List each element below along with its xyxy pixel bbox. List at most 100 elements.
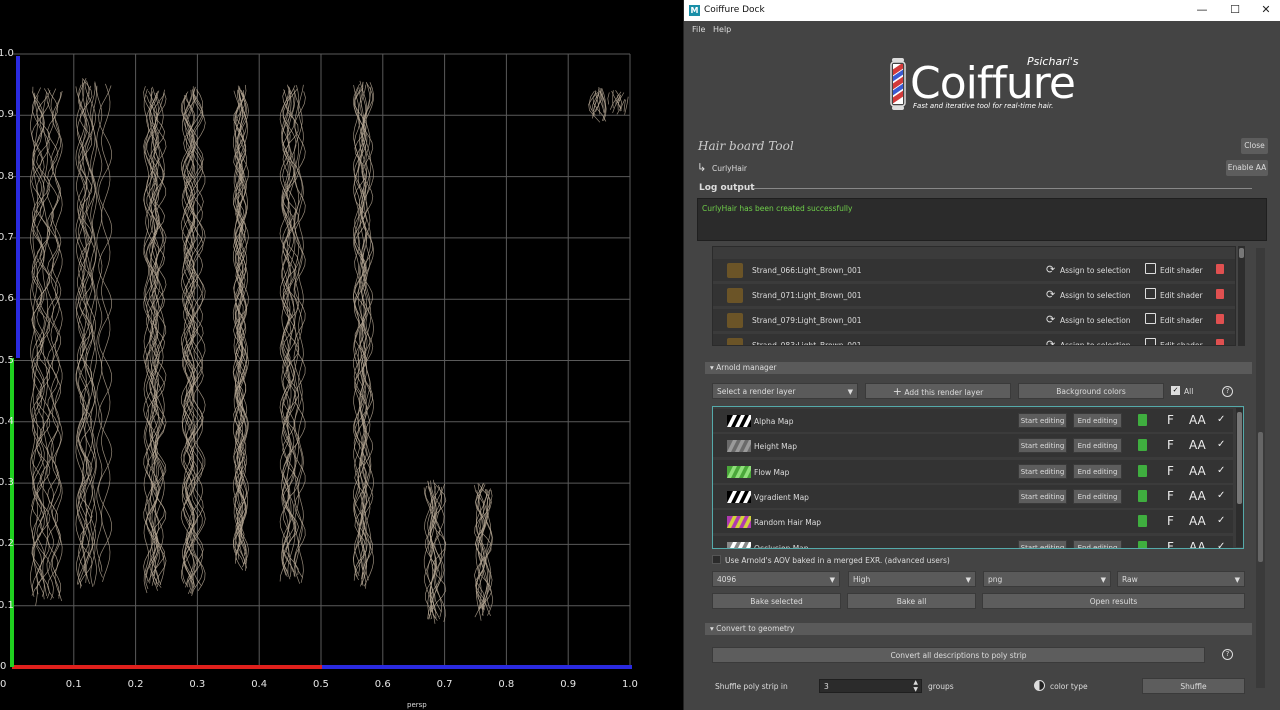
flip-toggle[interactable]: F: [1167, 464, 1174, 478]
enable-check-icon[interactable]: ✓: [1217, 439, 1225, 450]
map-row[interactable]: Height Map Start editing End editing F AA ✓: [713, 434, 1233, 458]
strand-list-scroll-thumb[interactable]: [1239, 248, 1244, 258]
map-row[interactable]: Vgradient Map Start editing End editing F AA…: [713, 484, 1233, 508]
assign-to-selection-button[interactable]: Assign to selection: [1060, 341, 1131, 345]
spin-arrows-icon[interactable]: ▲ ▼: [913, 679, 918, 693]
bake-all-button[interactable]: Bake all: [847, 593, 976, 609]
map-row[interactable]: Flow Map Start editing End editing F AA ✓: [713, 459, 1233, 483]
convert-all-button[interactable]: Convert all descriptions to poly strip: [712, 647, 1205, 663]
viewport-canvas[interactable]: [0, 0, 683, 710]
edit-shader-icon[interactable]: [1145, 288, 1156, 299]
start-editing-button[interactable]: Start editing: [1018, 488, 1067, 504]
flip-toggle[interactable]: F: [1167, 540, 1174, 549]
trash-icon[interactable]: [1216, 264, 1224, 274]
convert-geometry-section[interactable]: ▾ Convert to geometry: [705, 623, 1252, 635]
end-editing-button[interactable]: End editing: [1073, 463, 1122, 479]
antialias-toggle[interactable]: AA: [1189, 464, 1206, 478]
map-list-scroll-thumb[interactable]: [1237, 412, 1242, 504]
edit-shader-button[interactable]: Edit shader: [1160, 291, 1203, 300]
enable-check-icon[interactable]: ✓: [1217, 465, 1225, 476]
quality-select[interactable]: High ▼: [848, 571, 976, 587]
assign-to-selection-button[interactable]: Assign to selection: [1060, 266, 1131, 275]
enable-aa-button[interactable]: Enable AA: [1226, 160, 1268, 176]
antialias-toggle[interactable]: AA: [1189, 540, 1206, 549]
arnold-manager-section[interactable]: ▾ Arnold manager: [705, 362, 1252, 374]
strand-row[interactable]: Strand_083:Light_Brown_001 ⟳ Assign to sel…: [713, 334, 1235, 345]
antialias-toggle[interactable]: AA: [1189, 514, 1206, 528]
flip-toggle[interactable]: F: [1167, 489, 1174, 503]
end-editing-button[interactable]: End editing: [1073, 539, 1122, 548]
trash-icon[interactable]: [1216, 314, 1224, 324]
map-row[interactable]: Occlusion Map Start editing End editing F AA…: [713, 535, 1233, 549]
strand-list-scrollbar[interactable]: [1238, 246, 1245, 346]
edit-shader-icon[interactable]: [1145, 263, 1156, 274]
minimize-button[interactable]: —: [1187, 2, 1217, 18]
end-editing-button[interactable]: End editing: [1073, 488, 1122, 504]
strand-shader-list[interactable]: Strand_066:Light_Brown_001 ⟳ Assign to sel…: [712, 246, 1236, 346]
close-tool-button[interactable]: Close: [1241, 138, 1268, 154]
viewport-panel[interactable]: 0 0.1 0.2 0.3 0.4 0.5 0.6 0.7 0.8 0.9 1.0 1.0 0.9 0.…: [0, 0, 683, 710]
antialias-toggle[interactable]: AA: [1189, 489, 1206, 503]
start-editing-button[interactable]: Start editing: [1018, 413, 1067, 428]
antialias-toggle[interactable]: AA: [1189, 438, 1206, 452]
export-file-icon[interactable]: [1138, 540, 1147, 548]
arnold-help-icon[interactable]: ?: [1222, 386, 1233, 397]
flip-toggle[interactable]: F: [1167, 438, 1174, 452]
edit-shader-button[interactable]: Edit shader: [1160, 266, 1203, 275]
flip-toggle[interactable]: F: [1167, 514, 1174, 528]
color-space-select[interactable]: Raw ▼: [1117, 571, 1245, 587]
assign-icon[interactable]: ⟳: [1046, 313, 1055, 326]
enable-check-icon[interactable]: ✓: [1217, 490, 1225, 501]
antialias-toggle[interactable]: AA: [1189, 413, 1206, 427]
start-editing-button[interactable]: Start editing: [1018, 463, 1067, 479]
dock-scroll-thumb[interactable]: [1258, 432, 1263, 562]
trash-icon[interactable]: [1216, 339, 1224, 345]
edit-shader-icon[interactable]: [1145, 338, 1156, 345]
menu-file[interactable]: File: [692, 25, 705, 34]
start-editing-button[interactable]: Start editing: [1018, 438, 1067, 454]
map-row[interactable]: Alpha Map Start editing End editing F AA ✓: [713, 409, 1233, 432]
export-file-icon[interactable]: [1138, 515, 1147, 528]
resolution-select[interactable]: 4096 ▼: [712, 571, 840, 587]
enable-check-icon[interactable]: ✓: [1217, 541, 1225, 549]
all-checkbox[interactable]: ✓: [1171, 386, 1180, 395]
render-layer-select[interactable]: Select a render layer ▼: [712, 383, 858, 399]
aov-checkbox[interactable]: [712, 555, 721, 564]
assign-to-selection-button[interactable]: Assign to selection: [1060, 291, 1131, 300]
enable-check-icon[interactable]: ✓: [1217, 414, 1225, 425]
bake-map-list[interactable]: Alpha Map Start editing End editing F AA ✓ Hei…: [712, 406, 1244, 549]
background-colors-button[interactable]: Background colors: [1018, 383, 1164, 399]
open-results-button[interactable]: Open results: [982, 593, 1245, 609]
menu-help[interactable]: Help: [713, 25, 731, 34]
end-editing-button[interactable]: End editing: [1073, 413, 1122, 428]
groups-spinbox[interactable]: 3 ▲ ▼: [819, 679, 922, 693]
geometry-help-icon[interactable]: ?: [1222, 649, 1233, 660]
add-render-layer-button[interactable]: + Add this render layer: [865, 383, 1011, 399]
flip-toggle[interactable]: F: [1167, 413, 1174, 427]
format-select[interactable]: png ▼: [983, 571, 1111, 587]
map-list-scrollbar[interactable]: [1236, 408, 1243, 547]
enable-check-icon[interactable]: ✓: [1217, 515, 1225, 526]
edit-shader-icon[interactable]: [1145, 313, 1156, 324]
dock-scrollbar[interactable]: [1256, 248, 1265, 688]
strand-row[interactable]: Strand_079:Light_Brown_001 ⟳ Assign to sel…: [713, 309, 1235, 331]
end-editing-button[interactable]: End editing: [1073, 438, 1122, 454]
export-file-icon[interactable]: [1138, 414, 1147, 426]
maximize-button[interactable]: ☐: [1220, 2, 1250, 18]
export-file-icon[interactable]: [1138, 464, 1147, 477]
log-output-box[interactable]: CurlyHair has been created successfully: [697, 198, 1267, 241]
export-file-icon[interactable]: [1138, 489, 1147, 502]
start-editing-button[interactable]: Start editing: [1018, 539, 1067, 548]
color-type-icon[interactable]: [1034, 680, 1045, 691]
edit-shader-button[interactable]: Edit shader: [1160, 316, 1203, 325]
export-file-icon[interactable]: [1138, 439, 1147, 452]
close-window-button[interactable]: ✕: [1251, 2, 1280, 18]
assign-to-selection-button[interactable]: Assign to selection: [1060, 316, 1131, 325]
trash-icon[interactable]: [1216, 289, 1224, 299]
assign-icon[interactable]: ⟳: [1046, 263, 1055, 276]
strand-row[interactable]: Strand_071:Light_Brown_001 ⟳ Assign to sel…: [713, 284, 1235, 306]
map-row[interactable]: Random Hair Map F AA ✓: [713, 510, 1233, 534]
bake-selected-button[interactable]: Bake selected: [712, 593, 841, 609]
edit-shader-button[interactable]: Edit shader: [1160, 341, 1203, 345]
assign-icon[interactable]: ⟳: [1046, 288, 1055, 301]
